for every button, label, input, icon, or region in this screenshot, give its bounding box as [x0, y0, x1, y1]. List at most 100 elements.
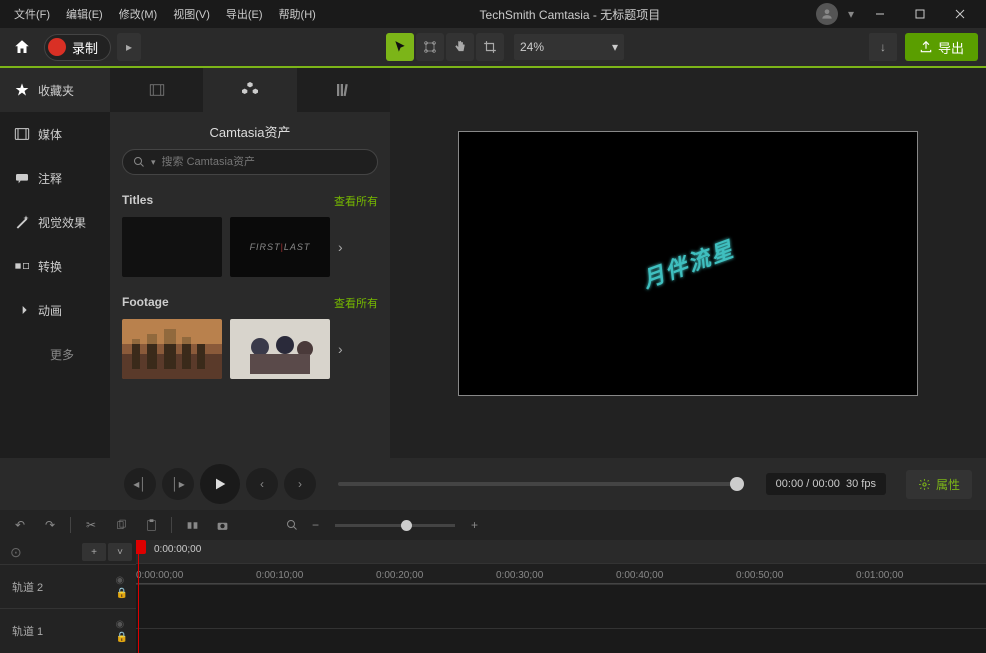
chevron-down-icon: ▾: [612, 40, 618, 54]
zoom-in-button[interactable]: +: [471, 518, 478, 532]
view-all-link[interactable]: 查看所有: [334, 295, 378, 311]
eye-icon[interactable]: ◉: [116, 575, 128, 586]
zoom-slider[interactable]: [335, 524, 455, 527]
tab-label: 收藏夹: [38, 82, 74, 99]
play-button[interactable]: [200, 464, 240, 504]
player-bar: ◂│ │▸ ‹ › 00:00 / 00:00 30 fps 属性: [0, 458, 986, 510]
asset-tab-library[interactable]: [297, 68, 390, 112]
tab-more[interactable]: 更多: [0, 332, 110, 376]
zoom-out-button[interactable]: −: [312, 518, 319, 532]
wand-icon: [14, 214, 30, 230]
menu-file[interactable]: 文件(F): [6, 6, 58, 22]
time-display: 00:00 / 00:00 30 fps: [766, 473, 886, 495]
export-icon: [919, 40, 933, 54]
section-title: Titles: [122, 193, 153, 209]
ruler-top: 0:00:00;00: [136, 540, 986, 564]
track-label: 轨道 1: [12, 623, 43, 639]
record-button[interactable]: 录制: [44, 34, 111, 61]
menu-view[interactable]: 视图(V): [165, 6, 218, 22]
menu-help[interactable]: 帮助(H): [271, 6, 324, 22]
forward-button[interactable]: ›: [284, 468, 316, 500]
properties-button[interactable]: 属性: [906, 470, 972, 499]
record-label: 录制: [72, 38, 98, 57]
magnet-icon[interactable]: ⊙: [10, 544, 22, 561]
lock-icon[interactable]: 🔒: [116, 632, 128, 643]
tick: 0:00:30;00: [496, 570, 543, 581]
zoom-out-timeline[interactable]: [282, 515, 302, 535]
menu-modify[interactable]: 修改(M): [111, 6, 166, 22]
asset-panel-title: Camtasia资产: [110, 112, 390, 149]
tab-media[interactable]: 媒体: [0, 112, 110, 156]
copy-button[interactable]: [111, 515, 131, 535]
tab-annotations[interactable]: 注释: [0, 156, 110, 200]
eye-icon[interactable]: ◉: [116, 619, 128, 630]
asset-tab-assets[interactable]: [203, 68, 296, 112]
tab-transitions[interactable]: 转换: [0, 244, 110, 288]
download-button[interactable]: ↓: [869, 33, 897, 61]
zoom-select[interactable]: 24% ▾: [514, 34, 624, 60]
animation-icon: [14, 302, 30, 318]
lock-icon[interactable]: 🔒: [116, 588, 128, 599]
tab-label: 转换: [38, 258, 62, 275]
cut-button[interactable]: ✂: [81, 515, 101, 535]
pointer-tool[interactable]: [386, 33, 414, 61]
film-icon: [148, 81, 166, 99]
undo-button[interactable]: ↶: [10, 515, 30, 535]
canvas-area: 月伴流星: [390, 68, 986, 458]
paste-button[interactable]: [141, 515, 161, 535]
add-track-button[interactable]: +: [82, 543, 106, 561]
redo-button[interactable]: ↷: [40, 515, 60, 535]
prev-frame-button[interactable]: ◂│: [124, 468, 156, 500]
ruler[interactable]: 0:00:00;00 0:00:10;00 0:00:20;00 0:00:30…: [136, 564, 986, 584]
asset-tab-media[interactable]: [110, 68, 203, 112]
timeline: ⊙ + ˅ 轨道 2 ◉🔒 轨道 1 ◉🔒 0:00:00;00 0:00:00…: [0, 540, 986, 653]
track-head-1[interactable]: 轨道 1 ◉ 🔒: [0, 608, 136, 652]
asset-search[interactable]: ▾: [122, 149, 378, 175]
tick: 0:00:00;00: [136, 570, 183, 581]
footage-thumb-2[interactable]: [230, 319, 330, 379]
main-toolbar: 录制 ▸ 24% ▾ ↓ 导出: [0, 28, 986, 68]
edit-tool[interactable]: [416, 33, 444, 61]
home-button[interactable]: [8, 33, 36, 61]
close-button[interactable]: [940, 0, 980, 28]
hand-tool[interactable]: [446, 33, 474, 61]
next-button[interactable]: ›: [338, 239, 343, 255]
camera-button[interactable]: [212, 515, 232, 535]
rewind-button[interactable]: ‹: [246, 468, 278, 500]
title-thumb-1[interactable]: [122, 217, 222, 277]
record-dropdown-button[interactable]: ▸: [117, 33, 141, 61]
seek-marker[interactable]: [730, 477, 744, 491]
avatar-dropdown-icon[interactable]: ▾: [848, 7, 854, 21]
next-button[interactable]: ›: [338, 341, 343, 357]
crop-tool[interactable]: [476, 33, 504, 61]
footage-thumb-1[interactable]: [122, 319, 222, 379]
properties-label: 属性: [936, 476, 960, 493]
search-icon: [133, 156, 145, 168]
timeline-right[interactable]: 0:00:00;00 0:00:00;00 0:00:10;00 0:00:20…: [136, 540, 986, 653]
playhead[interactable]: [138, 540, 139, 653]
title-thumb-2[interactable]: FIRST|LAST: [230, 217, 330, 277]
seek-bar[interactable]: [338, 482, 744, 486]
track-menu-button[interactable]: ˅: [108, 543, 132, 561]
next-frame-button[interactable]: │▸: [162, 468, 194, 500]
maximize-button[interactable]: [900, 0, 940, 28]
tab-effects[interactable]: 视觉效果: [0, 200, 110, 244]
asset-panel: Camtasia资产 ▾ Titles 查看所有 FIRST|LAST › Fo…: [110, 68, 390, 458]
timeline-left: ⊙ + ˅ 轨道 2 ◉🔒 轨道 1 ◉🔒: [0, 540, 136, 653]
tab-favorites[interactable]: 收藏夹: [0, 68, 110, 112]
search-input[interactable]: [162, 156, 367, 168]
chevron-down-icon: ▾: [151, 157, 156, 168]
export-button[interactable]: 导出: [905, 33, 978, 61]
menu-edit[interactable]: 编辑(E): [58, 6, 111, 22]
split-button[interactable]: [182, 515, 202, 535]
canvas[interactable]: 月伴流星: [458, 131, 918, 396]
minimize-button[interactable]: [860, 0, 900, 28]
track-head-2[interactable]: 轨道 2 ◉🔒: [0, 564, 136, 608]
media-icon: [14, 126, 30, 142]
user-avatar[interactable]: [816, 3, 838, 25]
menu-export[interactable]: 导出(E): [218, 6, 271, 22]
track-body-1[interactable]: [136, 628, 986, 653]
tab-animations[interactable]: 动画: [0, 288, 110, 332]
view-all-link[interactable]: 查看所有: [334, 193, 378, 209]
track-body-2[interactable]: [136, 584, 986, 628]
